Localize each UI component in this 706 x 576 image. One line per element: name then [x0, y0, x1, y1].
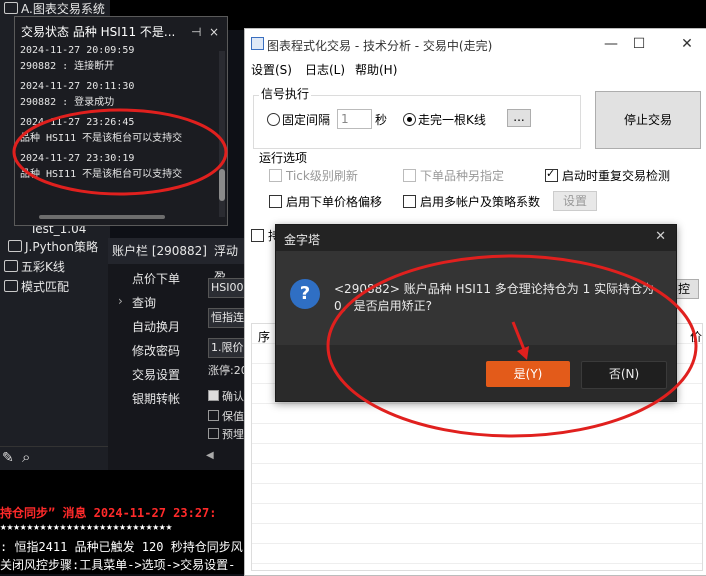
tree-item-pattern-match[interactable]: 模式匹配: [4, 278, 69, 296]
tree-item-python[interactable]: J.Python策略: [8, 238, 98, 256]
limit-up-label: 涨停:20: [208, 364, 248, 377]
grid-col-index: 序: [258, 330, 271, 344]
checkbox-icon: [269, 169, 282, 182]
confirm-dialog: 金字塔 ✕ ? <290882> 账户品种 HSI11 多仓理论持仓为 1 实际…: [275, 224, 677, 402]
log-horizontal-scrollbar[interactable]: [39, 215, 165, 219]
menu-settings[interactable]: 设置(S): [251, 61, 292, 78]
dialog-title: 金字塔: [284, 233, 321, 247]
price-offset-checkbox[interactable]: 启用下单价格偏移: [269, 193, 382, 210]
menu-click-order[interactable]: 点价下单: [132, 270, 180, 287]
log-scrollbar[interactable]: [219, 51, 225, 217]
menu-log[interactable]: 日志(L): [305, 61, 345, 78]
recheck-on-start-checkbox[interactable]: 启动时重复交易检测: [545, 167, 670, 184]
menu-help[interactable]: 帮助(H): [355, 61, 397, 78]
log-entry-text: 品种 HSI11 不是该柜台可以支持交: [20, 133, 183, 144]
minimize-icon[interactable]: —: [601, 35, 621, 53]
grid-col-price: 价: [690, 330, 703, 344]
close-icon[interactable]: ×: [209, 17, 219, 47]
close-icon[interactable]: ✕: [677, 35, 697, 53]
folder-icon: [8, 240, 22, 252]
log-scroll-thumb[interactable]: [219, 169, 225, 201]
interval-input[interactable]: 1: [337, 109, 372, 129]
close-icon[interactable]: ✕: [655, 229, 666, 244]
checkbox-icon: [403, 195, 416, 208]
maximize-icon[interactable]: ☐: [629, 35, 649, 53]
checkbox-icon: [403, 169, 416, 182]
main-window-title: 图表程式化交易 - 技术分析 - 交易中(走完): [267, 39, 493, 53]
main-titlebar[interactable]: 图表程式化交易 - 技术分析 - 交易中(走完) — ☐ ✕: [245, 29, 706, 59]
folder-icon: [4, 2, 18, 14]
app-icon: [251, 37, 264, 50]
log-entry-text: 290882 : 登录成功: [20, 97, 115, 108]
dialog-message: <290882> 账户品种 HSI11 多仓理论持仓为 1 实际持仓为 0，是否…: [334, 282, 655, 313]
radio-icon: [267, 113, 280, 126]
menu-bank-transfer[interactable]: 银期转帐: [132, 390, 180, 407]
tree-item-colorful-k[interactable]: 五彩K线: [4, 258, 65, 276]
checkbox-icon: [208, 410, 219, 421]
radio-bar-complete[interactable]: 走完一根K线: [403, 111, 486, 128]
menu-query[interactable]: › 查询: [118, 294, 156, 311]
checkbox-icon: [269, 195, 282, 208]
log-stars: ★★★★★★★★★★★★★★★★★★★★★★★★★★: [0, 520, 173, 533]
checkbox-icon: [251, 229, 264, 242]
menu-trade-settings[interactable]: 交易设置: [132, 366, 180, 383]
folder-icon: [4, 260, 18, 272]
log-entry-time: 2024-11-27 20:09:59: [20, 45, 135, 56]
folder-icon: [4, 280, 18, 292]
message-log: 持仓同步” 消息 2024-11-27 23:27: ★★★★★★★★★★★★★…: [0, 470, 250, 574]
radio-icon: [403, 113, 416, 126]
preorder-checkbox[interactable]: 预埋: [208, 426, 244, 442]
trade-status-window: 交易状态 品种 HSI11 不是... ⊣ × 2024-11-27 20:09…: [14, 16, 228, 226]
search-icon[interactable]: ⌕: [22, 448, 30, 466]
log-message-instruction: 关闭风控步骤:工具菜单->选项->交易设置-: [0, 558, 236, 572]
account-panel-header: 账户栏 [290882] 浮动盈: [108, 238, 248, 284]
scroll-left-icon[interactable]: ◀: [206, 450, 214, 461]
menu-bar: 设置(S) 日志(L) 帮助(H): [245, 59, 706, 79]
question-icon: ?: [290, 279, 320, 309]
log-window-title: 交易状态 品种 HSI11 不是...: [21, 25, 176, 39]
tick-refresh-checkbox[interactable]: Tick级别刷新: [269, 167, 358, 184]
interval-unit: 秒: [375, 113, 388, 127]
log-message-body: : 恒指2411 品种已触发 120 秒持仓同步风: [0, 540, 243, 554]
ellipsis-button[interactable]: ...: [507, 109, 531, 127]
log-window-titlebar[interactable]: 交易状态 品种 HSI11 不是... ⊣ ×: [15, 17, 227, 47]
multi-account-checkbox[interactable]: 启用多帐户及策略系数: [403, 193, 540, 210]
log-entry-text: 290882 : 连接断开: [20, 61, 115, 72]
pin-icon[interactable]: ⊣: [191, 17, 201, 47]
alt-symbol-checkbox[interactable]: 下单品种另指定: [403, 167, 504, 184]
chevron-right-icon: ›: [118, 294, 123, 308]
account-tab[interactable]: 账户栏 [290882]: [112, 238, 207, 264]
account-panel: 账户栏 [290882] 浮动盈 点价下单 › 查询 自动换月 修改密码 交易设置…: [108, 238, 252, 470]
log-message-header: 持仓同步” 消息 2024-11-27 23:27:: [0, 506, 217, 520]
yes-button[interactable]: 是(Y): [486, 361, 570, 387]
hedge-checkbox[interactable]: 保值: [208, 408, 244, 424]
tree-footer: ✎ ⌕: [0, 446, 110, 471]
menu-change-password[interactable]: 修改密码: [132, 342, 180, 359]
radio-fixed-interval[interactable]: 固定间隔: [267, 111, 330, 128]
dialog-titlebar[interactable]: 金字塔 ✕: [276, 225, 676, 251]
log-entry-time: 2024-11-27 23:26:45: [20, 117, 135, 128]
no-button[interactable]: 否(N): [581, 361, 667, 389]
checkbox-icon: [208, 390, 219, 401]
checkbox-icon: [208, 428, 219, 439]
menu-auto-rollover[interactable]: 自动换月: [132, 318, 180, 335]
signal-group-label: 信号执行: [259, 85, 312, 102]
settings-button[interactable]: 设置: [553, 191, 597, 211]
stop-trading-button[interactable]: 停止交易: [595, 91, 701, 149]
checkbox-icon: [545, 167, 558, 182]
log-entry-text: 品种 HSI11 不是该柜台可以支持交: [20, 169, 183, 180]
confirm-checkbox[interactable]: 确认: [208, 388, 244, 404]
log-entry-time: 2024-11-27 20:11:30: [20, 81, 135, 92]
run-options-label: 运行选项: [259, 151, 308, 165]
log-entry-time: 2024-11-27 23:30:19: [20, 153, 135, 164]
edit-icon[interactable]: ✎: [2, 450, 14, 466]
